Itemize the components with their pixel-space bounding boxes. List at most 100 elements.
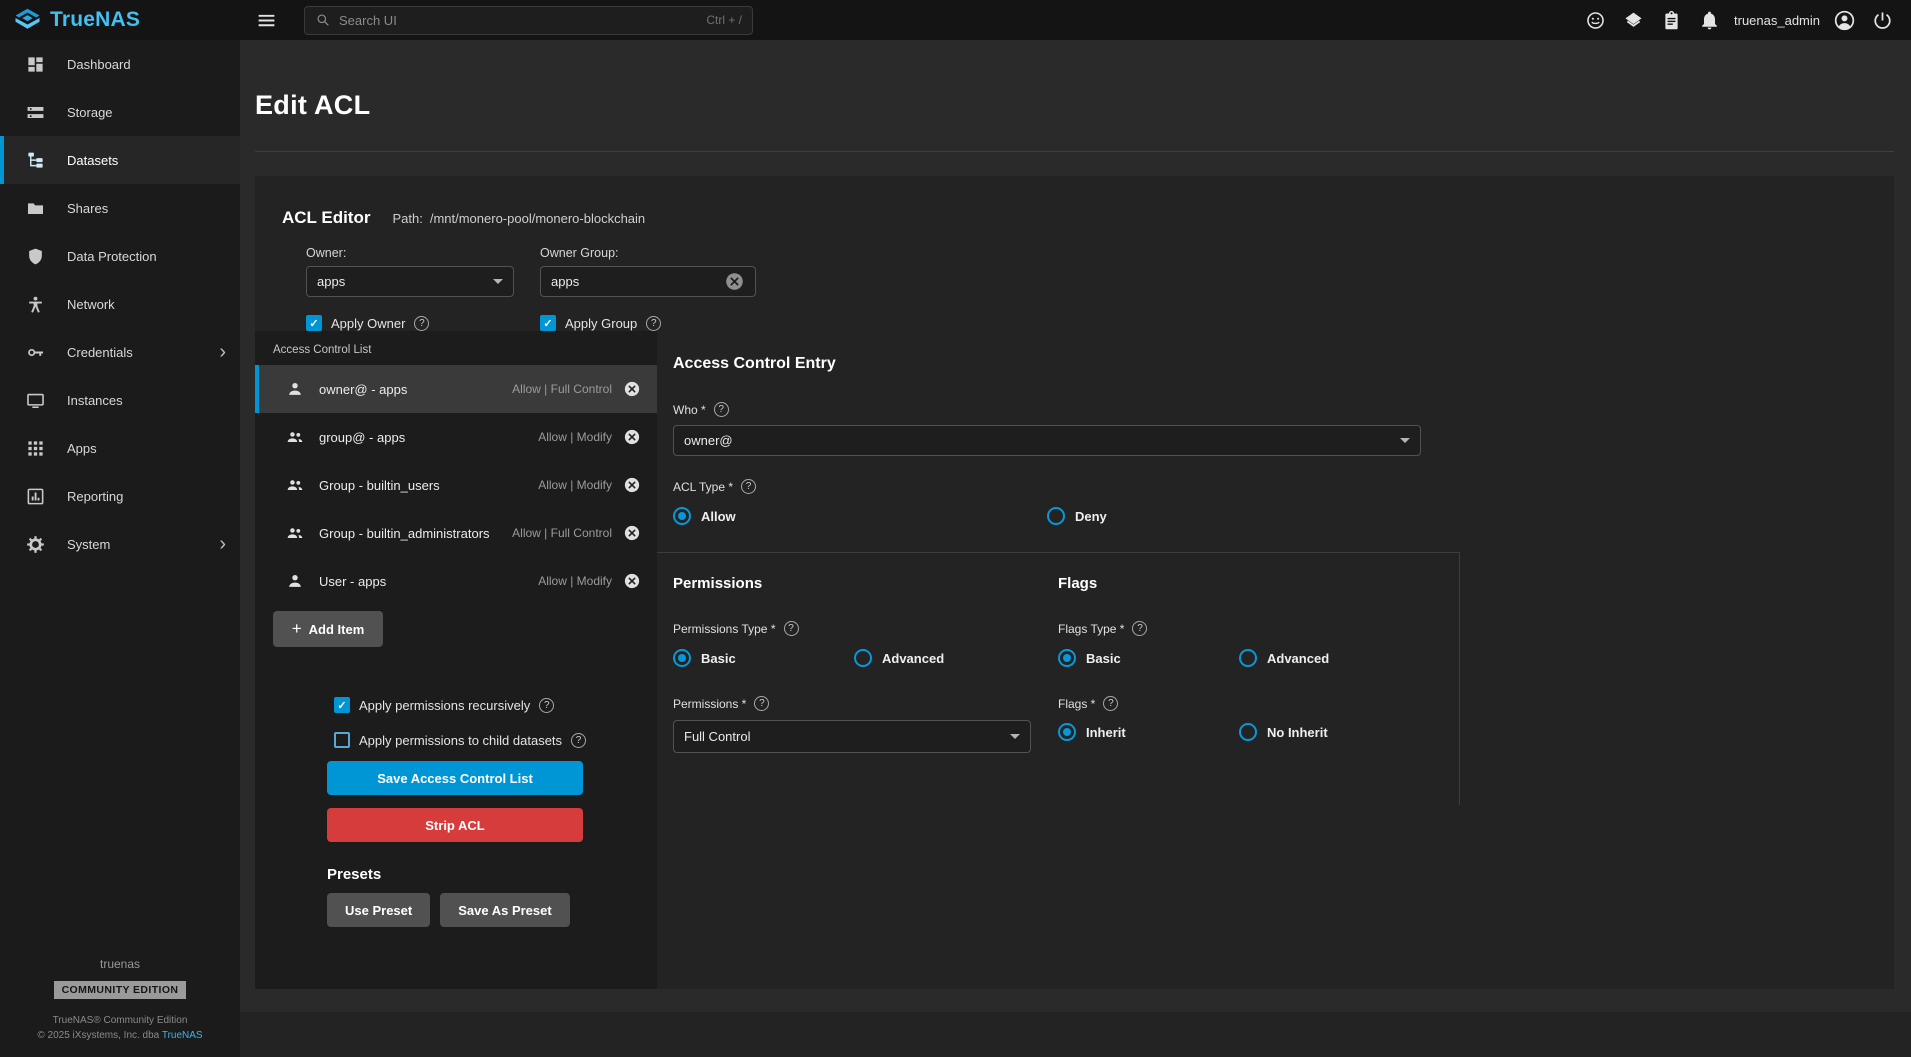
sidebar-item-storage[interactable]: Storage xyxy=(0,88,240,136)
acl-entry-row[interactable]: User - apps Allow | Modify xyxy=(255,557,657,605)
permissions-type-advanced-radio[interactable]: Advanced xyxy=(854,649,944,667)
path-label: Path: xyxy=(392,211,422,226)
apply-recursively-checkbox[interactable] xyxy=(334,697,350,713)
storage-icon xyxy=(26,103,45,122)
radio-selected-icon xyxy=(673,649,691,667)
clear-input-icon[interactable] xyxy=(724,271,745,292)
flags-label: Flags * xyxy=(1058,697,1095,711)
account-icon xyxy=(1833,9,1856,32)
chevron-down-icon xyxy=(493,279,503,284)
apply-group-label: Apply Group xyxy=(565,316,637,331)
permissions-select[interactable]: Full Control xyxy=(673,720,1031,753)
flags-type-advanced-radio[interactable]: Advanced xyxy=(1239,649,1329,667)
acl-entry-permission: Allow | Full Control xyxy=(512,382,612,396)
remove-entry-icon[interactable] xyxy=(623,524,641,542)
feedback-button[interactable] xyxy=(1579,4,1612,37)
copyright-brand-link[interactable]: TrueNAS xyxy=(162,1030,203,1041)
sidebar-item-data-protection[interactable]: Data Protection xyxy=(0,232,240,280)
help-icon[interactable] xyxy=(539,698,554,713)
global-search[interactable]: Ctrl + / xyxy=(304,6,753,35)
sidebar-item-system[interactable]: System xyxy=(0,520,240,568)
sidebar-item-shares[interactable]: Shares xyxy=(0,184,240,232)
acl-entry-row[interactable]: Group - builtin_users Allow | Modify xyxy=(255,461,657,509)
save-as-preset-button[interactable]: Save As Preset xyxy=(440,893,569,927)
help-icon[interactable] xyxy=(414,316,429,331)
use-preset-button[interactable]: Use Preset xyxy=(327,893,430,927)
sidebar-item-label: System xyxy=(67,537,110,552)
power-button[interactable] xyxy=(1866,4,1899,37)
help-icon[interactable] xyxy=(646,316,661,331)
help-icon[interactable] xyxy=(1132,621,1147,636)
search-input[interactable] xyxy=(339,13,698,28)
help-icon[interactable] xyxy=(714,402,729,417)
remove-entry-icon[interactable] xyxy=(623,428,641,446)
datasets-tree-icon xyxy=(26,151,45,170)
apply-to-child-datasets-checkbox[interactable] xyxy=(334,732,350,748)
acl-entry-row[interactable]: owner@ - apps Allow | Full Control xyxy=(255,365,657,413)
acl-entry-row[interactable]: group@ - apps Allow | Modify xyxy=(255,413,657,461)
acl-type-label: ACL Type * xyxy=(673,480,733,494)
layers-icon xyxy=(1623,10,1644,31)
permissions-column: Permissions Permissions Type * Basic xyxy=(673,553,1058,805)
apply-owner-checkbox[interactable] xyxy=(306,315,322,331)
jobs-button[interactable] xyxy=(1617,4,1650,37)
sidebar-item-network[interactable]: Network xyxy=(0,280,240,328)
save-acl-button[interactable]: Save Access Control List xyxy=(327,761,583,795)
sidebar-item-label: Apps xyxy=(67,441,97,456)
sidebar-item-dashboard[interactable]: Dashboard xyxy=(0,40,240,88)
chevron-right-icon xyxy=(219,342,226,363)
edition-badge: COMMUNITY EDITION xyxy=(54,981,187,999)
sidebar-item-instances[interactable]: Instances xyxy=(0,376,240,424)
help-icon[interactable] xyxy=(741,479,756,494)
user-menu-button[interactable] xyxy=(1828,4,1861,37)
remove-entry-icon[interactable] xyxy=(623,380,641,398)
allow-radio[interactable]: Allow xyxy=(673,507,1047,525)
main-content: Edit ACL ACL Editor Path: /mnt/monero-po… xyxy=(240,40,1911,1057)
acl-entry-who: User - apps xyxy=(319,574,386,589)
no-inherit-radio[interactable]: No Inherit xyxy=(1239,723,1328,741)
chevron-right-icon xyxy=(219,534,226,555)
sidebar-item-credentials[interactable]: Credentials xyxy=(0,328,240,376)
help-icon[interactable] xyxy=(784,621,799,636)
sidebar-item-datasets[interactable]: Datasets xyxy=(0,136,240,184)
remove-entry-icon[interactable] xyxy=(623,572,641,590)
sidebar-toggle-button[interactable] xyxy=(246,0,286,40)
sidebar-item-label: Reporting xyxy=(67,489,123,504)
brand-area[interactable]: TrueNAS xyxy=(0,8,240,32)
ace-title: Access Control Entry xyxy=(673,355,1894,373)
monitor-icon xyxy=(26,391,45,410)
sidebar-item-reporting[interactable]: Reporting xyxy=(0,472,240,520)
allow-label: Allow xyxy=(701,509,736,524)
dataset-path: Path: /mnt/monero-pool/monero-blockchain xyxy=(392,211,645,226)
owner-select[interactable]: apps xyxy=(306,266,514,297)
apps-grid-icon xyxy=(26,439,45,458)
sidebar-item-label: Dashboard xyxy=(67,57,131,72)
radio-unselected-icon xyxy=(1239,723,1257,741)
sidebar-item-apps[interactable]: Apps xyxy=(0,424,240,472)
notifications-button[interactable] xyxy=(1693,4,1726,37)
inherit-label: Inherit xyxy=(1086,725,1126,740)
help-icon[interactable] xyxy=(754,696,769,711)
who-select[interactable]: owner@ xyxy=(673,425,1421,456)
flags-type-basic-radio[interactable]: Basic xyxy=(1058,649,1239,667)
sidebar-item-label: Datasets xyxy=(67,153,118,168)
owner-group-value: apps xyxy=(551,274,579,289)
acl-entry-row[interactable]: Group - builtin_administrators Allow | F… xyxy=(255,509,657,557)
help-icon[interactable] xyxy=(571,733,586,748)
remove-entry-icon[interactable] xyxy=(623,476,641,494)
inherit-radio[interactable]: Inherit xyxy=(1058,723,1239,741)
owner-group-field[interactable]: apps xyxy=(540,266,756,297)
apply-to-child-datasets-label: Apply permissions to child datasets xyxy=(359,733,562,748)
apply-group-checkbox[interactable] xyxy=(540,315,556,331)
hostname: truenas xyxy=(100,957,140,971)
strip-acl-button[interactable]: Strip ACL xyxy=(327,808,583,842)
topbar: TrueNAS Ctrl + / truenas_admin xyxy=(0,0,1911,40)
permissions-title: Permissions xyxy=(673,575,1058,592)
flags-title: Flags xyxy=(1058,575,1459,592)
tasks-button[interactable] xyxy=(1655,4,1688,37)
deny-radio[interactable]: Deny xyxy=(1047,507,1107,525)
add-item-button[interactable]: Add Item xyxy=(273,611,383,647)
help-icon[interactable] xyxy=(1103,696,1118,711)
permissions-type-basic-radio[interactable]: Basic xyxy=(673,649,854,667)
radio-unselected-icon xyxy=(854,649,872,667)
